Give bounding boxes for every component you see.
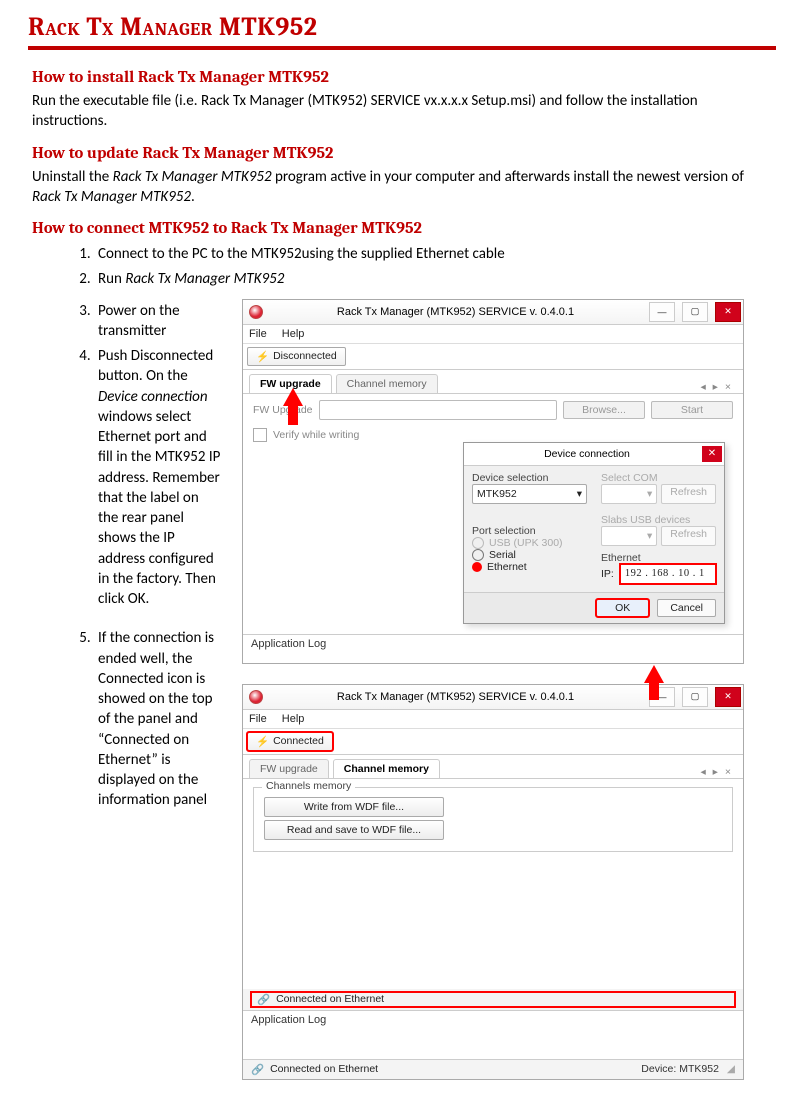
channels-memory-legend: Channels memory bbox=[262, 780, 355, 792]
usb-dropdown: ▾ bbox=[601, 526, 657, 546]
maximize-button[interactable]: ▢ bbox=[682, 302, 708, 322]
start-button[interactable]: Start bbox=[651, 401, 733, 419]
application-log-label: Application Log bbox=[243, 634, 743, 653]
ip-label: IP: bbox=[601, 568, 614, 580]
radio-serial[interactable] bbox=[472, 549, 484, 561]
connect-steps: Connect to the PC to the MTK952using the… bbox=[32, 242, 776, 293]
update-text-em2: Rack Tx Manager MTK952 bbox=[32, 188, 191, 206]
step-4-suf: windows select Ethernet port and fill in… bbox=[98, 408, 220, 608]
chevron-down-icon: ▾ bbox=[577, 488, 582, 500]
write-from-wdf-button[interactable]: Write from WDF file... bbox=[264, 797, 444, 817]
radio-serial-label: Serial bbox=[489, 549, 516, 561]
status-connected-badge: 🔗 Connected on Ethernet bbox=[251, 992, 735, 1007]
install-heading: How to install Rack Tx Manager MTK952 bbox=[32, 68, 776, 87]
cancel-button[interactable]: Cancel bbox=[657, 599, 716, 617]
com-refresh-button: Refresh bbox=[661, 484, 716, 504]
step-3: Power on the transmitter bbox=[94, 299, 222, 345]
menu-file[interactable]: File bbox=[249, 713, 267, 725]
step-5: If the connection is ended well, the Con… bbox=[94, 626, 222, 813]
connect-heading: How to connect MTK952 to Rack Tx Manager… bbox=[32, 219, 776, 238]
radio-ethernet-label: Ethernet bbox=[487, 561, 527, 573]
disconnected-button[interactable]: ⚡ Disconnected bbox=[247, 347, 346, 366]
usb-refresh-button: Refresh bbox=[661, 526, 716, 546]
ip-input[interactable]: 192 . 168 . 10 . 1 bbox=[620, 564, 716, 584]
callout-arrow-ok bbox=[644, 665, 664, 683]
step-4: Push Disconnected button. On the Device … bbox=[94, 344, 222, 612]
verify-checkbox[interactable] bbox=[253, 428, 267, 442]
dialog-title: Device connection bbox=[472, 448, 702, 460]
step-2: Run Rack Tx Manager MTK952 bbox=[94, 267, 776, 292]
application-log-label: Application Log bbox=[243, 1010, 743, 1029]
window-title: Rack Tx Manager (MTK952) SERVICE v. 0.4.… bbox=[269, 691, 642, 703]
tab-channel-memory[interactable]: Channel memory bbox=[333, 759, 440, 778]
plug-icon: ⚡ bbox=[256, 350, 269, 363]
app-window-disconnected: Rack Tx Manager (MTK952) SERVICE v. 0.4.… bbox=[242, 299, 744, 664]
status-connected-text: Connected on Ethernet bbox=[276, 993, 384, 1005]
update-text-em1: Rack Tx Manager MTK952 bbox=[113, 168, 272, 186]
disconnected-label: Disconnected bbox=[273, 350, 337, 362]
browse-button[interactable]: Browse... bbox=[563, 401, 645, 419]
step-4-em: Device connection bbox=[98, 388, 208, 406]
update-heading: How to update Rack Tx Manager MTK952 bbox=[32, 144, 776, 163]
status-connected-text-footer: Connected on Ethernet bbox=[270, 1063, 378, 1075]
page-title: Rack Tx Manager MTK952 bbox=[28, 12, 776, 42]
fw-path-input[interactable] bbox=[319, 400, 557, 420]
install-text: Run the executable file (i.e. Rack Tx Ma… bbox=[32, 91, 776, 132]
app-icon bbox=[249, 690, 263, 704]
radio-usb-label: USB (UPK 300) bbox=[489, 537, 563, 549]
device-selection-label: Device selection bbox=[472, 472, 587, 484]
step-2-pre: Run bbox=[98, 270, 125, 288]
connected-button[interactable]: ⚡ Connected bbox=[247, 732, 333, 751]
channels-memory-group: Channels memory Write from WDF file... R… bbox=[253, 787, 733, 852]
radio-usb bbox=[472, 537, 484, 549]
minimize-button[interactable]: — bbox=[649, 302, 675, 322]
title-rule bbox=[28, 46, 776, 50]
step-2-em: Rack Tx Manager MTK952 bbox=[125, 270, 284, 288]
read-save-wdf-button[interactable]: Read and save to WDF file... bbox=[264, 820, 444, 840]
device-connection-dialog: Device connection ✕ Device selection MTK… bbox=[463, 442, 725, 624]
close-button[interactable]: ✕ bbox=[715, 687, 741, 707]
tab-fw-upgrade[interactable]: FW upgrade bbox=[249, 759, 329, 778]
dialog-close-button[interactable]: ✕ bbox=[702, 446, 722, 462]
chevron-down-icon: ▾ bbox=[647, 488, 652, 500]
ip-value: 192 . 168 . 10 . 1 bbox=[625, 568, 705, 579]
status-left: 🔗 Connected on Ethernet bbox=[251, 1063, 641, 1076]
connected-label: Connected bbox=[273, 735, 324, 747]
status-device: Device: MTK952 bbox=[641, 1063, 727, 1076]
tab-channel-memory[interactable]: Channel memory bbox=[336, 374, 438, 393]
section-install: How to install Rack Tx Manager MTK952 Ru… bbox=[28, 68, 776, 1080]
close-button[interactable]: ✕ bbox=[715, 302, 741, 322]
device-selection-dropdown[interactable]: MTK952 ▾ bbox=[472, 484, 587, 504]
plug-icon: ⚡ bbox=[256, 735, 269, 748]
update-text-pre: Uninstall the bbox=[32, 168, 113, 186]
maximize-button[interactable]: ▢ bbox=[682, 687, 708, 707]
com-dropdown: ▾ bbox=[601, 484, 657, 504]
window-title: Rack Tx Manager (MTK952) SERVICE v. 0.4.… bbox=[269, 306, 642, 318]
resize-grip-icon[interactable]: ◢ bbox=[727, 1063, 735, 1076]
select-com-label: Select COM bbox=[601, 472, 716, 484]
update-text-suf: . bbox=[191, 188, 195, 206]
app-window-connected: Rack Tx Manager (MTK952) SERVICE v. 0.4.… bbox=[242, 684, 744, 1080]
link-icon: 🔗 bbox=[257, 993, 270, 1006]
step-1: Connect to the PC to the MTK952using the… bbox=[94, 242, 776, 267]
update-text: Uninstall the Rack Tx Manager MTK952 pro… bbox=[32, 167, 776, 208]
menu-help[interactable]: Help bbox=[282, 713, 305, 725]
verify-label: Verify while writing bbox=[273, 429, 359, 441]
ethernet-group-label: Ethernet bbox=[601, 552, 716, 564]
menu-help[interactable]: Help bbox=[282, 328, 305, 340]
app-icon bbox=[249, 305, 263, 319]
usb-devices-label: Slabs USB devices bbox=[601, 514, 716, 526]
device-selection-value: MTK952 bbox=[477, 488, 517, 500]
tab-nav-arrows[interactable]: ◂ ▸ × bbox=[700, 766, 737, 778]
callout-dot-ethernet bbox=[472, 562, 482, 572]
link-icon: 🔗 bbox=[251, 1063, 264, 1076]
step-4-pre: Push Disconnected button. On the bbox=[98, 347, 213, 385]
callout-arrow-disconnected bbox=[283, 388, 303, 406]
menu-file[interactable]: File bbox=[249, 328, 267, 340]
tab-nav-arrows[interactable]: ◂ ▸ × bbox=[700, 381, 737, 393]
update-text-mid: program active in your computer and afte… bbox=[272, 168, 744, 186]
port-selection-label: Port selection bbox=[472, 525, 587, 537]
ok-button[interactable]: OK bbox=[596, 599, 649, 617]
chevron-down-icon: ▾ bbox=[647, 530, 652, 542]
